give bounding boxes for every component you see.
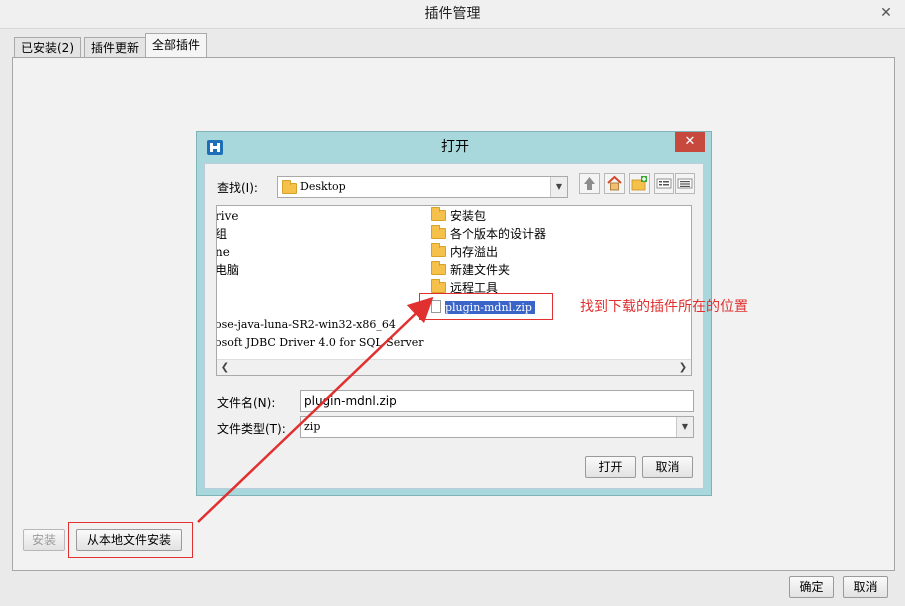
annotation-arrow-icon [197, 296, 434, 523]
